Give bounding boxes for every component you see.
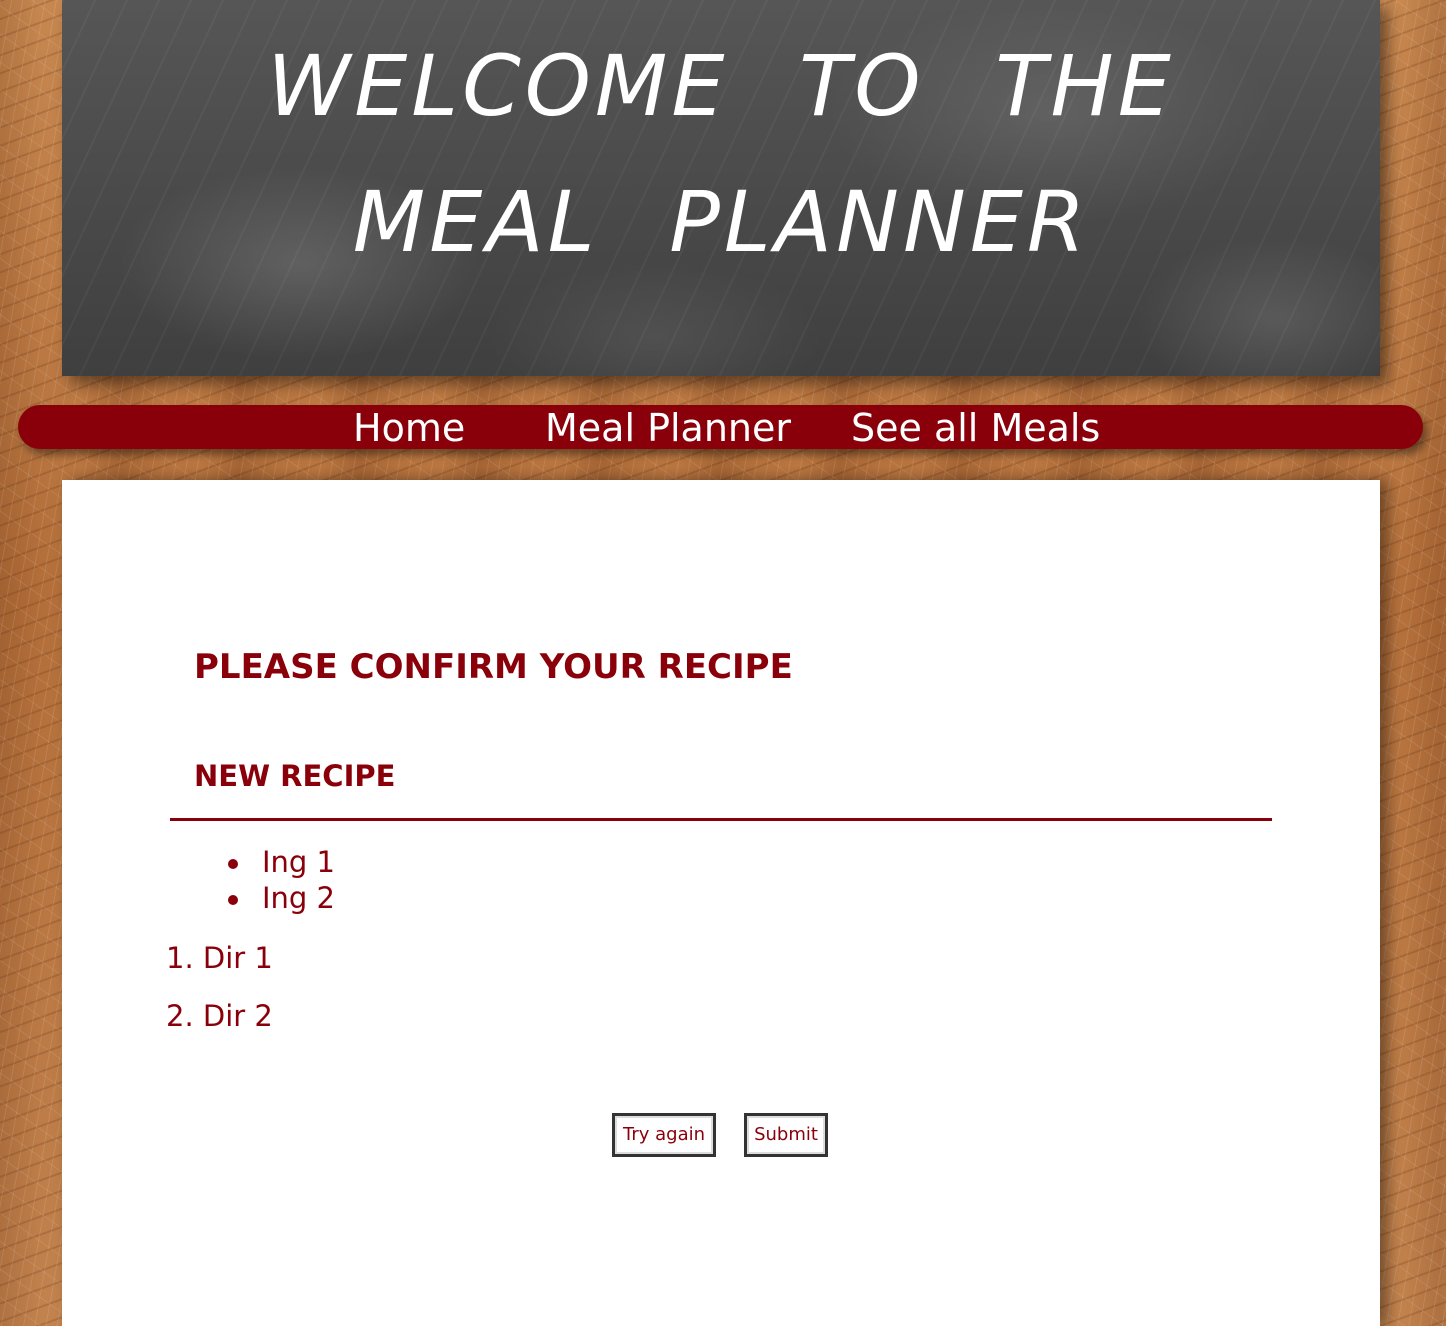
content-panel: PLEASE CONFIRM YOUR RECIPE NEW RECIPE In… — [62, 480, 1380, 1326]
recipe-divider — [170, 818, 1272, 821]
direction-list: 1. Dir 1 2. Dir 2 — [166, 940, 273, 1056]
site-title: Welcome to the Meal Planner — [267, 37, 1175, 271]
recipe-name: NEW RECIPE — [194, 759, 396, 793]
ingredient-list: Ing 1 Ing 2 — [224, 844, 335, 916]
main-nav: Home Meal Planner See all Meals — [18, 405, 1423, 450]
chalkboard-header: Welcome to the Meal Planner — [62, 0, 1380, 376]
nav-link-see-all-meals[interactable]: See all Meals — [851, 405, 1100, 450]
try-again-button[interactable]: Try again — [612, 1113, 716, 1157]
direction-item: 2. Dir 2 — [166, 999, 273, 1033]
page-title: PLEASE CONFIRM YOUR RECIPE — [194, 647, 793, 687]
direction-item: 1. Dir 1 — [166, 941, 273, 975]
ingredient-item: Ing 1 — [224, 844, 335, 880]
ingredient-item: Ing 2 — [224, 880, 335, 916]
submit-button[interactable]: Submit — [744, 1113, 828, 1157]
nav-link-meal-planner[interactable]: Meal Planner — [545, 405, 791, 450]
nav-link-home[interactable]: Home — [353, 405, 465, 450]
